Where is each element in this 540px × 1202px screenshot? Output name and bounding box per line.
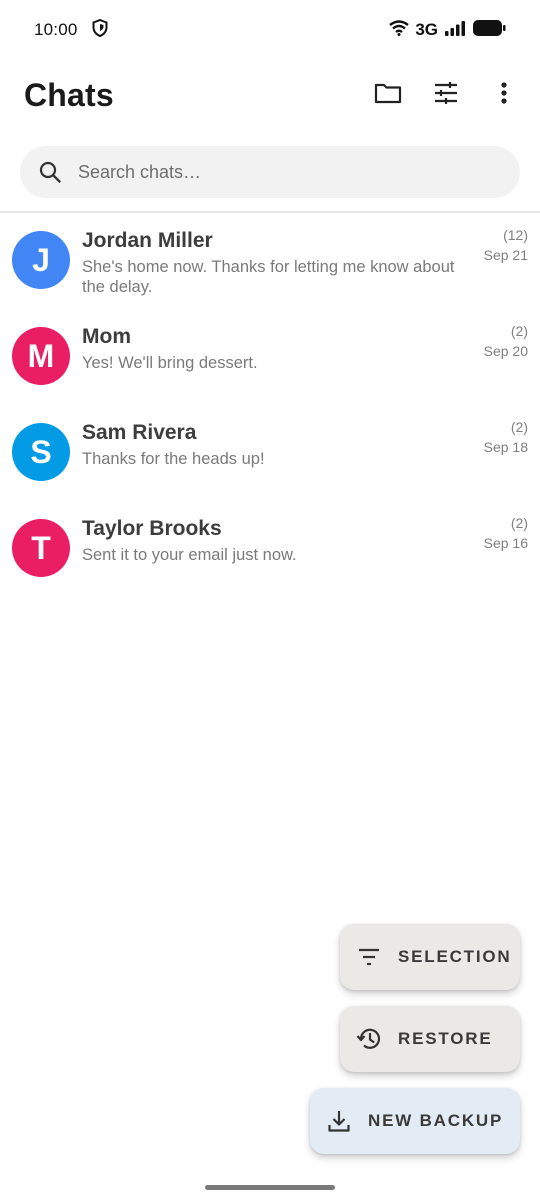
download-icon — [326, 1108, 352, 1134]
divider — [0, 211, 540, 213]
chat-date: Sep 16 — [483, 535, 528, 551]
status-bar: 10:00 3G — [0, 0, 540, 60]
tune-icon — [433, 81, 459, 110]
home-indicator[interactable] — [205, 1185, 335, 1190]
search-input[interactable]: Search chats… — [78, 162, 201, 183]
selection-button[interactable]: SELECTION — [340, 924, 520, 990]
chat-preview: Thanks for the heads up! — [82, 450, 265, 468]
chat-preview: She's home now. Thanks for letting me kn… — [82, 258, 455, 296]
chat-preview: Sent it to your email just now. — [82, 546, 297, 564]
network-type: 3G — [415, 20, 438, 39]
more-vert-icon — [500, 81, 508, 110]
filter-list-icon — [356, 944, 382, 970]
new-backup-button[interactable]: NEW BACKUP — [310, 1088, 520, 1154]
chat-date: Sep 18 — [483, 439, 528, 455]
avatar: M — [12, 327, 70, 385]
folder-icon — [374, 81, 402, 110]
history-icon — [356, 1026, 382, 1052]
restore-button[interactable]: RESTORE — [340, 1006, 520, 1072]
message-count: (12) — [503, 227, 528, 243]
filter-settings-button[interactable] — [426, 75, 466, 115]
chat-preview: Yes! We'll bring dessert. — [82, 354, 258, 372]
restore-label: RESTORE — [398, 1029, 493, 1048]
chat-name: Sam Rivera — [82, 421, 197, 444]
search-bar[interactable]: Search chats… — [20, 146, 520, 198]
chat-date: Sep 21 — [483, 247, 528, 263]
new-backup-label: NEW BACKUP — [368, 1111, 504, 1130]
shield-icon — [92, 18, 108, 42]
chat-item[interactable]: J Jordan Miller She's home now. Thanks f… — [0, 215, 540, 311]
chats-screen: 10:00 3G Chats Search chats… J Jordan Mi… — [0, 0, 540, 1202]
wifi-icon — [389, 19, 410, 41]
more-options-button[interactable] — [484, 75, 524, 115]
app-bar: Chats — [0, 60, 540, 130]
avatar: T — [12, 519, 70, 577]
chat-name: Jordan Miller — [82, 229, 213, 252]
avatar: S — [12, 423, 70, 481]
selection-label: SELECTION — [398, 947, 512, 966]
chat-list: J Jordan Miller She's home now. Thanks f… — [0, 215, 540, 599]
chat-name: Mom — [82, 325, 131, 348]
message-count: (2) — [510, 419, 528, 435]
chat-name: Taylor Brooks — [82, 517, 222, 540]
battery-icon — [472, 19, 506, 42]
page-title: Chats — [24, 76, 114, 113]
search-icon — [38, 159, 64, 185]
chat-item[interactable]: T Taylor Brooks Sent it to your email ju… — [0, 503, 540, 599]
message-count: (2) — [510, 515, 528, 531]
message-count: (2) — [510, 323, 528, 339]
signal-icon — [444, 20, 466, 41]
status-time: 10:00 — [34, 20, 78, 39]
chat-date: Sep 20 — [483, 343, 528, 359]
folder-button[interactable] — [368, 75, 408, 115]
chat-item[interactable]: S Sam Rivera Thanks for the heads up! (2… — [0, 407, 540, 503]
avatar: J — [12, 231, 70, 289]
chat-item[interactable]: M Mom Yes! We'll bring dessert. (2) Sep … — [0, 311, 540, 407]
